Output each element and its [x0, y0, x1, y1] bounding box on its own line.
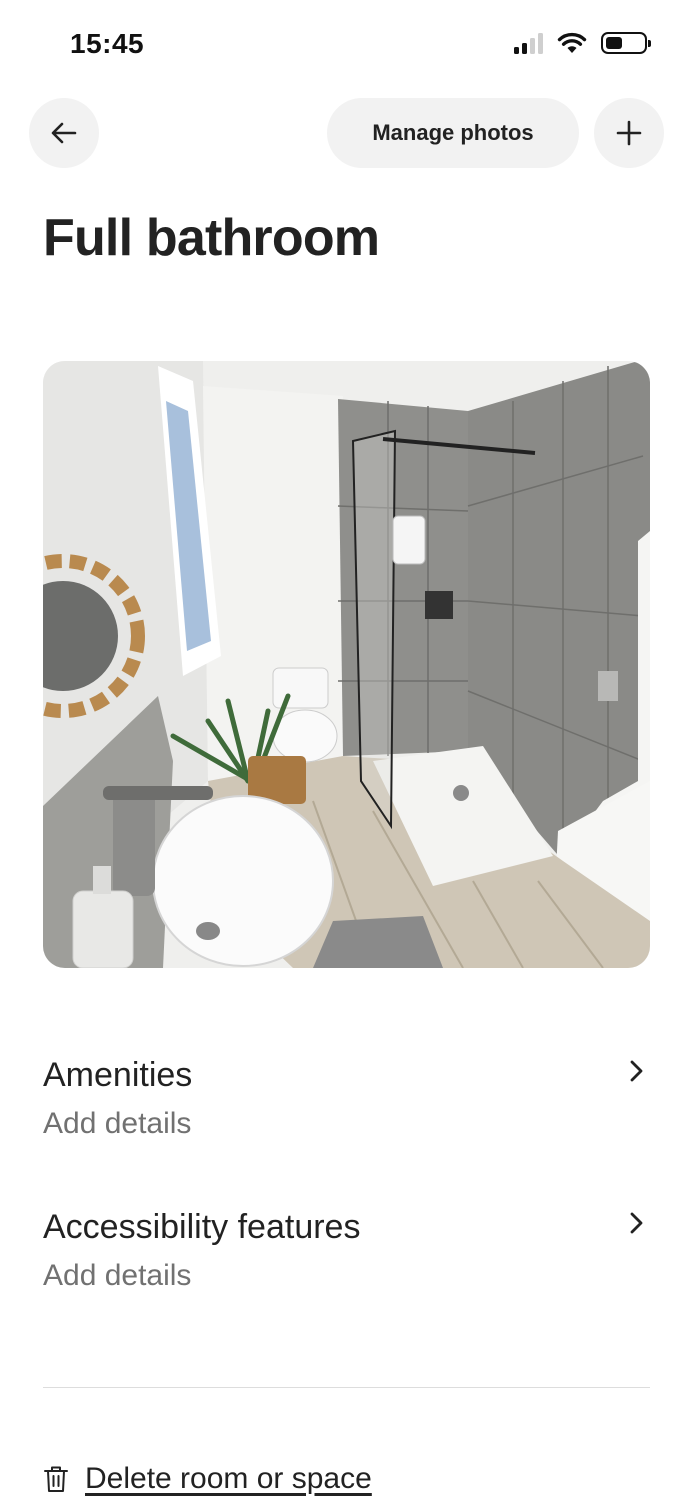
trash-icon: [44, 1466, 68, 1492]
chevron-right-icon: [630, 1060, 643, 1082]
status-time: 15:45: [70, 28, 145, 59]
status-bar: 15:45: [0, 0, 693, 92]
page-title: Full bathroom: [43, 209, 380, 267]
amenities-row[interactable]: Amenities Add details: [43, 1056, 650, 1166]
status-icons: [514, 32, 651, 54]
battery-icon: [601, 32, 651, 54]
amenities-title: Amenities: [43, 1056, 193, 1094]
add-photo-button[interactable]: [594, 98, 664, 168]
back-button[interactable]: [29, 98, 99, 168]
delete-room-button[interactable]: Delete room or space: [43, 1462, 372, 1496]
amenities-subtitle: Add details: [43, 1107, 192, 1140]
accessibility-features-row[interactable]: Accessibility features Add details: [43, 1208, 650, 1318]
chevron-right-icon: [630, 1212, 643, 1234]
plus-icon: [616, 120, 642, 146]
room-photo[interactable]: [43, 361, 650, 968]
bathroom-photo-image: [43, 361, 650, 968]
cellular-signal-icon: [514, 32, 543, 54]
manage-photos-button[interactable]: Manage photos: [327, 98, 579, 168]
divider: [43, 1387, 650, 1388]
arrow-left-icon: [51, 122, 77, 144]
wifi-icon: [557, 32, 587, 53]
accessibility-features-subtitle: Add details: [43, 1259, 192, 1292]
accessibility-features-title: Accessibility features: [43, 1208, 361, 1246]
delete-room-label: Delete room or space: [85, 1462, 372, 1495]
